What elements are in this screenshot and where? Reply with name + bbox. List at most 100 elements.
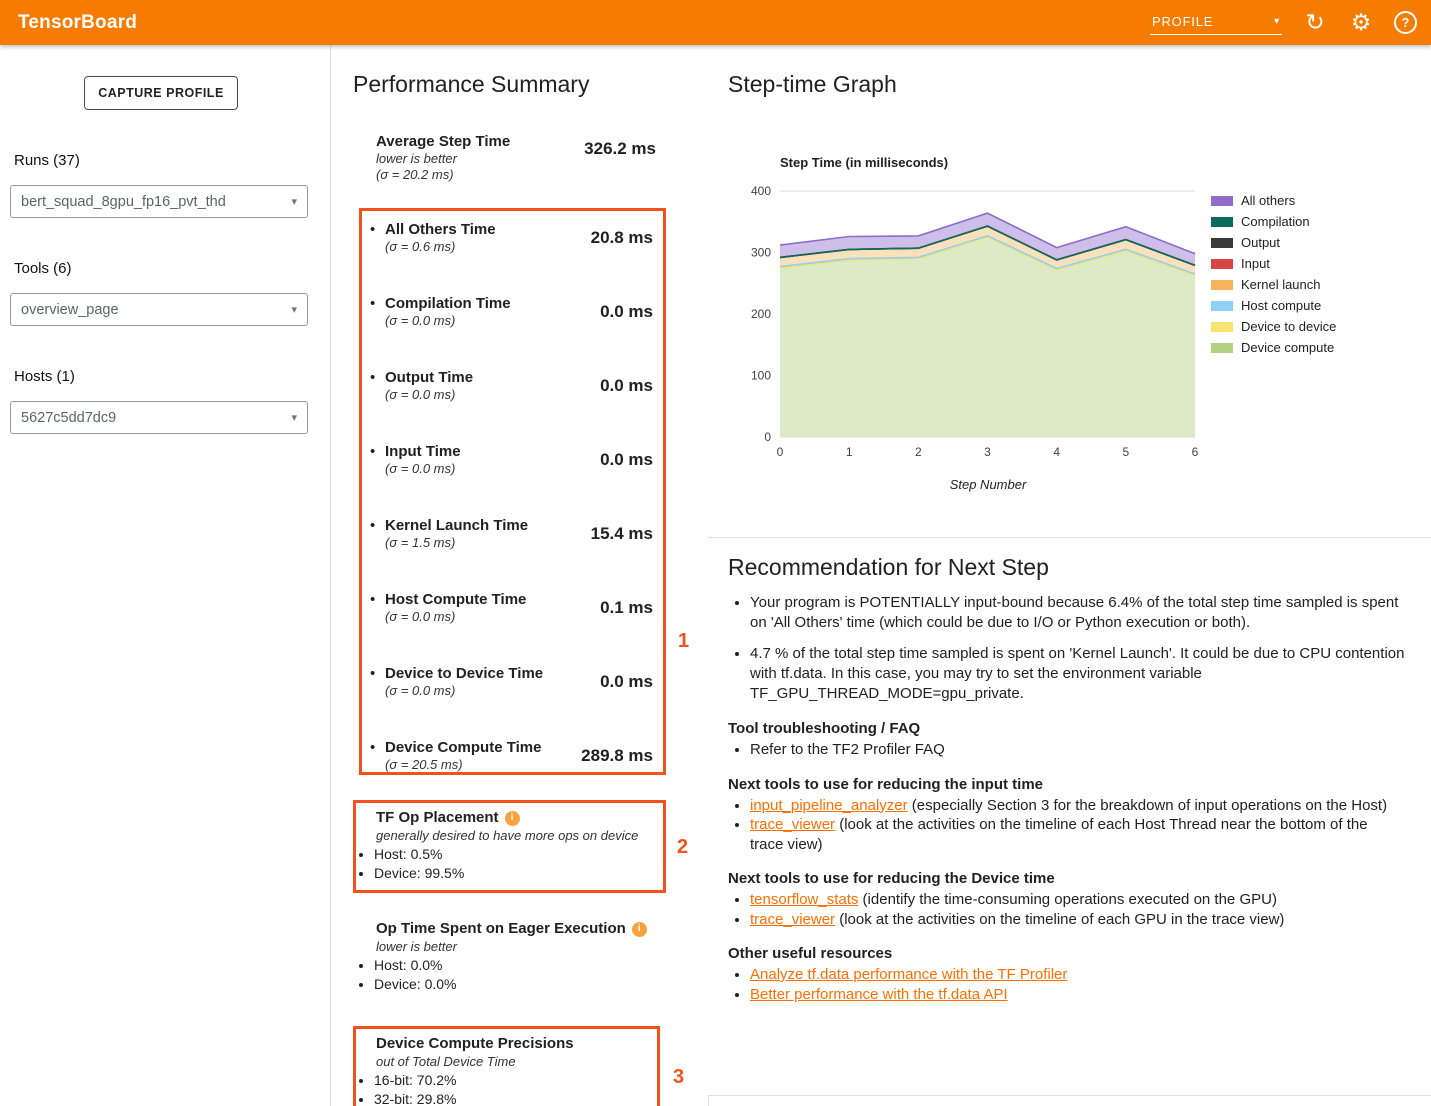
recommendation-sections: Tool troubleshooting / FAQRefer to the T… [728, 719, 1405, 1004]
metric-sigma: (σ = 0.0 ms) [385, 313, 600, 329]
recommendation-bullets: Your program is POTENTIALLY input-bound … [728, 593, 1405, 704]
metric-labels: Device Compute Time(σ = 20.5 ms) [385, 739, 581, 773]
tool-link[interactable]: Better performance with the tf.data API [750, 986, 1008, 1003]
metric-sigma: (σ = 0.0 ms) [385, 461, 600, 477]
section-list: Refer to the TF2 Profiler FAQ [728, 740, 1405, 760]
capture-profile-button[interactable]: CAPTURE PROFILE [84, 76, 238, 110]
eager-title: Op Time Spent on Eager Execution i [376, 920, 663, 938]
metric-value: 0.0 ms [600, 450, 653, 477]
runs-label: Runs (37) [14, 152, 80, 169]
svg-text:5: 5 [1122, 445, 1129, 459]
metric-labels: Compilation Time(σ = 0.0 ms) [385, 295, 600, 329]
legend-item: Host compute [1211, 295, 1336, 316]
performance-summary-panel: Performance Summary Average Step Time lo… [330, 45, 709, 1106]
bullet: • [370, 369, 385, 403]
stat-title-text: Device Compute Precisions [376, 1035, 574, 1053]
legend-swatch [1211, 217, 1233, 227]
metric-note: lower is better [376, 151, 510, 167]
section-item-text: (look at the activities on the timeline … [750, 816, 1368, 853]
metric-label: Kernel Launch Time [385, 517, 591, 535]
step-time-chart: 01002003004000123456 [740, 175, 1210, 505]
tf-op-placement-list: Host: 0.5%Device: 99.5% [356, 845, 663, 882]
hosts-select[interactable]: 5627c5dd7dc9 ▾ [10, 401, 308, 434]
help-icon[interactable]: ? [1394, 11, 1417, 34]
topbar: TensorBoard PROFILE ▾ ↻ ⚙ ? [0, 0, 1431, 45]
stat-item: Device: 99.5% [374, 864, 663, 883]
metric-row: •Input Time(σ = 0.0 ms)0.0 ms [370, 443, 653, 477]
legend-label: Output [1241, 235, 1280, 250]
legend-item: Output [1211, 232, 1336, 253]
info-icon[interactable]: i [632, 922, 647, 937]
tool-link[interactable]: tensorflow_stats [750, 891, 858, 908]
average-step-time-labels: Average Step Time lower is better (σ = 2… [376, 133, 510, 183]
metric-labels: Host Compute Time(σ = 0.0 ms) [385, 591, 600, 625]
svg-text:2: 2 [915, 445, 922, 459]
metric-label: Input Time [385, 443, 600, 461]
bullet: • [370, 221, 385, 255]
svg-text:200: 200 [751, 307, 771, 321]
x-axis-label: Step Number [888, 477, 1088, 492]
metric-row: •Device Compute Time(σ = 20.5 ms)289.8 m… [370, 739, 653, 773]
metric-sigma: (σ = 0.0 ms) [385, 609, 600, 625]
metric-sigma: (σ = 20.2 ms) [376, 167, 510, 183]
tools-select[interactable]: overview_page ▾ [10, 293, 308, 326]
sidebar: CAPTURE PROFILE Runs (37) bert_squad_8gp… [0, 45, 330, 1106]
metric-label: Device Compute Time [385, 739, 581, 757]
tf-op-placement-title: TF Op Placement i [376, 809, 663, 827]
section-list: Analyze tf.data performance with the TF … [728, 965, 1405, 1004]
app-title: TensorBoard [18, 12, 137, 34]
metric-sigma: (σ = 1.5 ms) [385, 535, 591, 551]
section-item: trace_viewer (look at the activities on … [750, 815, 1405, 854]
legend-label: Device to device [1241, 319, 1336, 334]
runs-select-value: bert_squad_8gpu_fp16_pvt_thd [21, 194, 226, 210]
section-list: tensorflow_stats (identify the time-cons… [728, 890, 1405, 929]
metric-value: 326.2 ms [584, 139, 656, 183]
metric-label: Host Compute Time [385, 591, 600, 609]
legend-item: Input [1211, 253, 1336, 274]
metric-labels: Kernel Launch Time(σ = 1.5 ms) [385, 517, 591, 551]
legend-swatch [1211, 196, 1233, 206]
tool-link[interactable]: trace_viewer [750, 816, 835, 833]
tool-link[interactable]: trace_viewer [750, 911, 835, 928]
metric-value: 0.0 ms [600, 302, 653, 329]
metric-label: Compilation Time [385, 295, 600, 313]
section-item-text: (especially Section 3 for the breakdown … [908, 797, 1387, 814]
annotation-number-1: 1 [678, 630, 689, 653]
gear-icon[interactable]: ⚙ [1348, 11, 1374, 34]
bullet: • [370, 665, 385, 699]
recommendation-bullet: 4.7 % of the total step time sampled is … [750, 644, 1405, 704]
step-time-panel: Step-time Graph Step Time (in millisecon… [708, 45, 1431, 1096]
legend-item: Compilation [1211, 211, 1336, 232]
reload-icon[interactable]: ↻ [1302, 11, 1328, 34]
section-heading: Next tools to use for reducing the input… [728, 775, 1405, 794]
stat-item: Device: 0.0% [374, 975, 663, 994]
metric-label: Output Time [385, 369, 600, 387]
tool-link[interactable]: Analyze tf.data performance with the TF … [750, 966, 1067, 983]
metric-row: •Host Compute Time(σ = 0.0 ms)0.1 ms [370, 591, 653, 625]
stat-subtitle: generally desired to have more ops on de… [376, 827, 663, 844]
metric-label: All Others Time [385, 221, 591, 239]
runs-select[interactable]: bert_squad_8gpu_fp16_pvt_thd ▾ [10, 185, 308, 218]
step-time-breakdown-list: •All Others Time(σ = 0.6 ms)20.8 ms•Comp… [362, 211, 663, 773]
legend-swatch [1211, 259, 1233, 269]
metric-sigma: (σ = 0.6 ms) [385, 239, 591, 255]
metric-labels: Input Time(σ = 0.0 ms) [385, 443, 600, 477]
tool-link[interactable]: input_pipeline_analyzer [750, 797, 908, 814]
step-time-graph-title: Step-time Graph [728, 71, 897, 98]
tools-select-value: overview_page [21, 302, 119, 318]
topbar-actions: PROFILE ▾ ↻ ⚙ ? [1150, 10, 1431, 35]
precisions-title: Device Compute Precisions [376, 1035, 657, 1053]
info-icon[interactable]: i [505, 811, 520, 826]
metric-labels: Output Time(σ = 0.0 ms) [385, 369, 600, 403]
chart-legend: All othersCompilationOutputInputKernel l… [1211, 190, 1336, 358]
dashboard-select-value: PROFILE [1152, 14, 1213, 29]
average-step-time-row: Average Step Time lower is better (σ = 2… [376, 133, 656, 183]
recommendation-title: Recommendation for Next Step [728, 554, 1405, 581]
eager-execution-block: Op Time Spent on Eager Execution i lower… [356, 914, 663, 1001]
recommendation-bullet: Your program is POTENTIALLY input-bound … [750, 593, 1405, 633]
legend-swatch [1211, 343, 1233, 353]
legend-label: Host compute [1241, 298, 1321, 313]
metric-row: •Kernel Launch Time(σ = 1.5 ms)15.4 ms [370, 517, 653, 551]
metric-row: •All Others Time(σ = 0.6 ms)20.8 ms [370, 221, 653, 255]
dashboard-select[interactable]: PROFILE ▾ [1150, 10, 1282, 35]
